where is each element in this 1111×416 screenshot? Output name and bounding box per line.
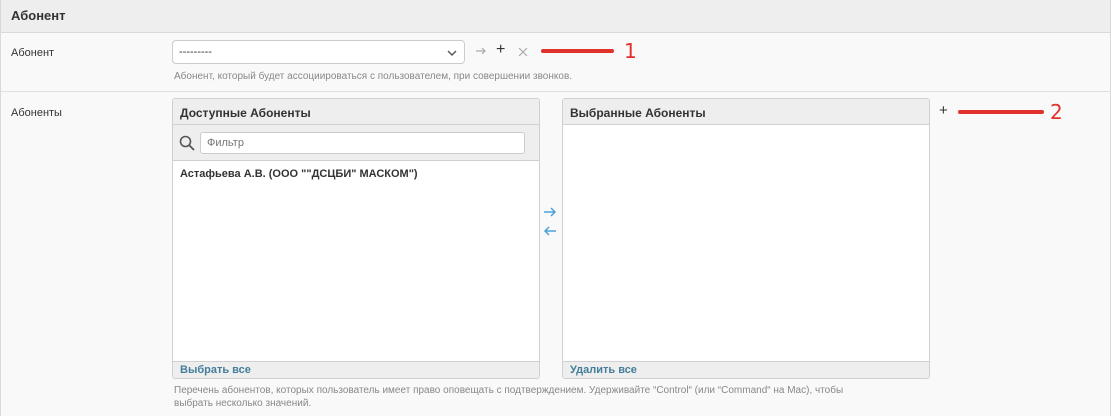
select-all-link[interactable]: Выбрать все <box>173 361 539 378</box>
available-abonents-panel: Доступные Абоненты Астафьева А.В. (ООО "… <box>172 98 540 379</box>
abonent-form-row: Абонент --------- + 1 Абонент, который б… <box>1 33 1110 92</box>
annotation-line-1 <box>541 49 614 53</box>
abonent-label: Абонент <box>11 47 55 59</box>
move-left-arrow-icon[interactable] <box>543 225 557 241</box>
abonent-select[interactable]: --------- <box>172 40 465 64</box>
form-fieldset: Абонент Абонент --------- + 1 Абонент, к… <box>0 0 1111 416</box>
change-abonent-arrow-icon[interactable] <box>475 45 487 59</box>
annotation-number-1: 1 <box>624 39 637 63</box>
add-abonents-plus-icon[interactable]: + <box>939 103 948 118</box>
abonents-label: Абоненты <box>11 107 62 119</box>
section-header: Абонент <box>1 0 1110 33</box>
abonents-help-text-line1: Перечень абонентов, которых пользователь… <box>174 385 844 396</box>
filter-bar <box>173 125 539 161</box>
delete-abonent-close-icon[interactable] <box>518 45 528 59</box>
remove-all-link[interactable]: Удалить все <box>563 361 929 378</box>
annotation-line-2 <box>958 110 1044 114</box>
annotation-number-2: 2 <box>1050 100 1063 124</box>
move-right-arrow-icon[interactable] <box>543 206 557 222</box>
abonent-select-value: --------- <box>179 46 212 58</box>
abonents-form-row: Абоненты Доступные Абоненты Астафьева А.… <box>1 92 1110 416</box>
abonent-help-text: Абонент, который будет ассоциироваться с… <box>174 71 573 82</box>
list-item-available-0[interactable]: Астафьева А.В. (ООО ""ДСЦБИ" МАСКОМ") <box>173 161 539 187</box>
available-abonents-title: Доступные Абоненты <box>173 99 539 125</box>
add-abonent-plus-icon[interactable]: + <box>496 42 505 58</box>
chevron-down-icon <box>447 48 457 60</box>
search-icon <box>179 135 195 156</box>
abonents-help-text-line2: выбрать несколько значений. <box>174 398 312 409</box>
filter-input[interactable] <box>200 132 525 154</box>
chosen-abonents-panel: Выбранные Абоненты Удалить все <box>562 98 930 379</box>
chosen-abonents-list[interactable] <box>563 125 929 355</box>
chosen-abonents-title: Выбранные Абоненты <box>563 99 929 125</box>
